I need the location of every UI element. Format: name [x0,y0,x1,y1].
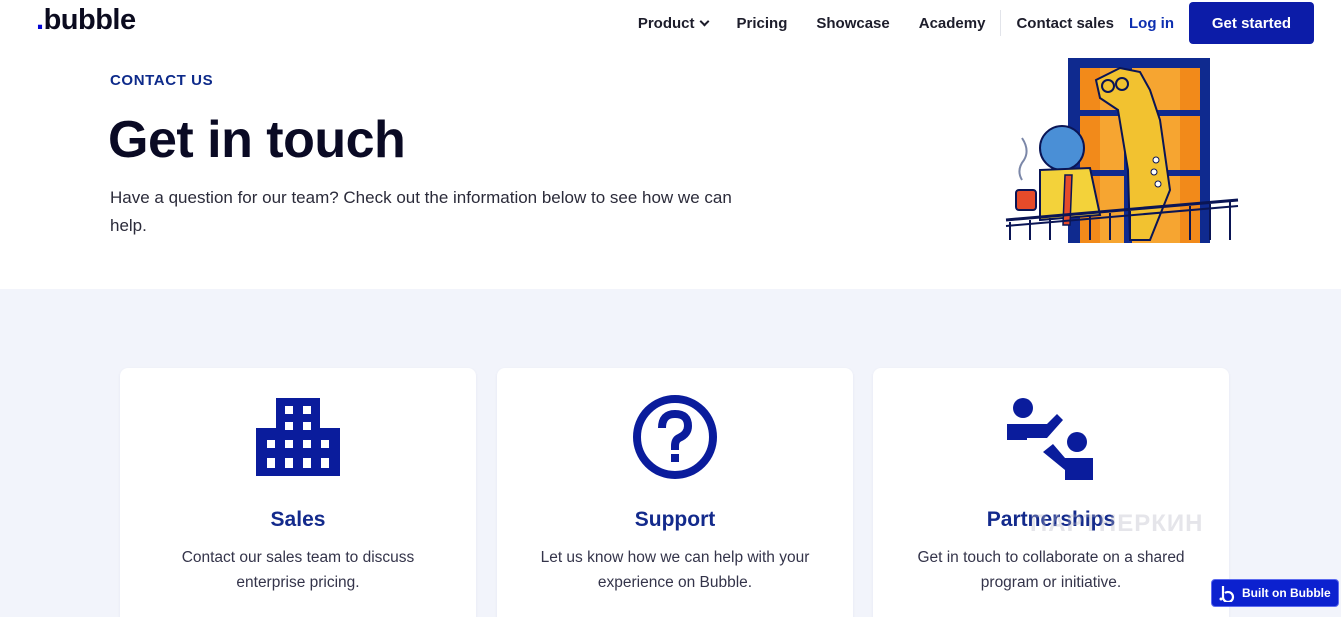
top-navigation: .bubble Product Pricing Showcase Academy… [0,0,1341,48]
nav-showcase[interactable]: Showcase [816,15,889,32]
watermark: ПАРТНЕРКИН [1030,510,1204,537]
nav-product[interactable]: Product [637,14,709,32]
page-title: Get in touch [108,111,406,169]
partnerships-card[interactable]: Partnerships Get in touch to collaborate… [873,368,1229,617]
bubble-logo[interactable]: .bubble [36,4,136,37]
building-icon [256,398,340,476]
card-title: Support [634,508,716,531]
question-circle-icon [633,395,717,479]
nav-academy[interactable]: Academy [919,15,986,32]
badge-label: Built on Bubble [1242,586,1331,600]
contact-options-section: Sales Contact our sales team to discuss … [0,289,1341,617]
hero-description: Have a question for our team? Check out … [110,188,732,235]
eyebrow-label: CONTACT US [110,72,214,89]
partners-icon [1007,398,1093,480]
card-title: Sales [270,508,326,531]
nav-contact-sales[interactable]: Contact sales [1016,15,1114,32]
card-description: Contact our sales team to discuss enterp… [181,549,415,591]
sales-card[interactable]: Sales Contact our sales team to discuss … [120,368,476,617]
hero-illustration [1005,58,1239,243]
bubble-b-icon [1219,586,1235,602]
built-on-bubble-badge[interactable]: Built on Bubble [1211,579,1339,607]
card-description: Let us know how we can help with your ex… [540,549,810,591]
get-started-button[interactable]: Get started [1189,2,1314,44]
nav-pricing[interactable]: Pricing [737,15,788,32]
login-link[interactable]: Log in [1129,15,1174,32]
support-card[interactable]: Support Let us know how we can help with… [497,368,853,617]
nav-links: Product Pricing Showcase Academy Contact… [638,0,1341,46]
chevron-down-icon [699,16,709,26]
nav-divider [1000,10,1002,36]
nav-product-label: Product [637,14,695,32]
card-description: Get in touch to collaborate on a shared … [917,549,1185,591]
